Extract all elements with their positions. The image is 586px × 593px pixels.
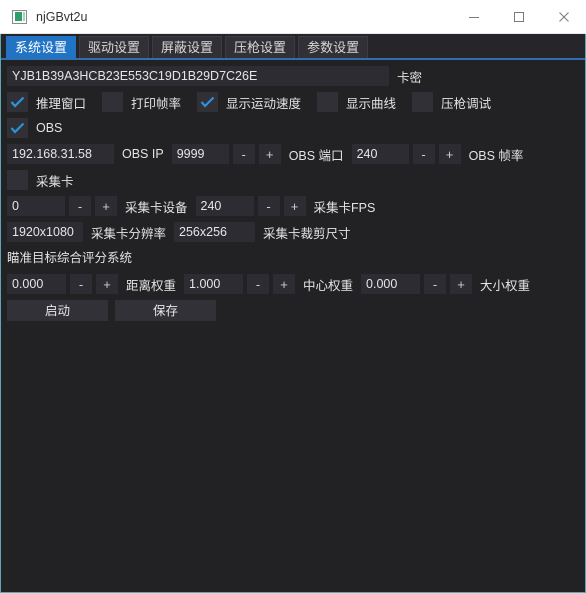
capture-card-crop-size-label: 采集卡裁剪尺寸 bbox=[263, 226, 351, 241]
obs-port-decrement-button[interactable]: - bbox=[232, 144, 255, 164]
checkbox-label: 显示曲线 bbox=[346, 96, 397, 111]
capture-card-crop-size-input[interactable] bbox=[174, 222, 256, 242]
capture-card-fps-label: 采集卡FPS bbox=[313, 200, 376, 215]
checkbox-recoil-debug[interactable]: 压枪调试 bbox=[412, 92, 505, 112]
checkbox-show-curve[interactable]: 显示曲线 bbox=[317, 92, 410, 112]
minimize-button[interactable] bbox=[451, 0, 496, 33]
checkbox-obs[interactable]: OBS bbox=[7, 118, 76, 138]
save-button[interactable]: 保存 bbox=[115, 299, 216, 321]
checkbox-box bbox=[412, 92, 434, 112]
capture-card-resolution-label: 采集卡分辨率 bbox=[91, 226, 167, 241]
checkbox-label: 推理窗口 bbox=[36, 96, 87, 111]
capture-card-resolution-input[interactable] bbox=[7, 222, 83, 242]
obs-fps-increment-button[interactable]: + bbox=[438, 144, 461, 164]
distance-weight-decrement-button[interactable]: - bbox=[70, 274, 92, 294]
obs-enable-row: OBS bbox=[7, 118, 579, 138]
checkbox-print-fps[interactable]: 打印帧率 bbox=[102, 92, 195, 112]
checkbox-box bbox=[7, 170, 28, 190]
capture-card-fps-input[interactable] bbox=[195, 196, 254, 216]
center-weight-increment-button[interactable]: + bbox=[273, 274, 296, 294]
scoring-section-title: 瞄准目标综合评分系统 bbox=[7, 251, 133, 265]
capture-card-device-label: 采集卡设备 bbox=[125, 200, 188, 215]
capture-card-device-input[interactable] bbox=[7, 196, 65, 216]
obs-port-label: OBS 端口 bbox=[288, 148, 344, 163]
center-weight-decrement-button[interactable]: - bbox=[247, 274, 270, 294]
check-icon bbox=[10, 96, 25, 108]
obs-fps-label: OBS 帧率 bbox=[468, 148, 524, 163]
capture-card-resolution-row: 采集卡分辨率 采集卡裁剪尺寸 bbox=[7, 222, 579, 242]
obs-port-input[interactable] bbox=[171, 144, 229, 164]
maximize-button[interactable] bbox=[496, 0, 541, 33]
app-window: njGBvt2u 系统设置 驱动设置 屏蔽设置 压枪设置 参数设置 YJB1B3… bbox=[0, 0, 586, 593]
title-bar: njGBvt2u bbox=[0, 0, 586, 34]
tab-system-settings[interactable]: 系统设置 bbox=[6, 36, 77, 58]
close-icon bbox=[558, 11, 569, 22]
window-title: njGBvt2u bbox=[36, 9, 88, 24]
settings-panel: 卡密 推理窗口 打印帧率 bbox=[1, 60, 585, 321]
tab-driver-settings[interactable]: 驱动设置 bbox=[79, 36, 150, 58]
capture-card-enable-row: 采集卡 bbox=[7, 170, 579, 190]
distance-weight-increment-button[interactable]: + bbox=[96, 274, 118, 294]
maximize-icon bbox=[513, 11, 524, 22]
size-weight-decrement-button[interactable]: - bbox=[424, 274, 447, 294]
license-key-label: 卡密 bbox=[397, 70, 423, 85]
close-button[interactable] bbox=[541, 0, 586, 33]
client-area: 系统设置 驱动设置 屏蔽设置 压枪设置 参数设置 卡密 推 bbox=[0, 34, 586, 593]
tab-parameter-settings[interactable]: 参数设置 bbox=[298, 36, 369, 58]
check-icon bbox=[10, 122, 25, 134]
checkbox-box bbox=[197, 92, 219, 112]
checkbox-box bbox=[7, 118, 28, 138]
start-button[interactable]: 启动 bbox=[7, 299, 108, 321]
minimize-icon bbox=[468, 16, 479, 18]
checkbox-label: 压枪调试 bbox=[441, 96, 492, 111]
capture-card-fps-decrement-button[interactable]: - bbox=[257, 196, 280, 216]
checkbox-box bbox=[102, 92, 124, 112]
checkbox-show-motion-speed[interactable]: 显示运动速度 bbox=[197, 92, 315, 112]
checkbox-box bbox=[7, 92, 28, 112]
center-weight-input[interactable] bbox=[184, 274, 244, 294]
check-icon bbox=[200, 96, 215, 108]
checkbox-inference-window[interactable]: 推理窗口 bbox=[7, 92, 100, 112]
distance-weight-input[interactable] bbox=[7, 274, 66, 294]
distance-weight-label: 距离权重 bbox=[126, 278, 177, 293]
action-button-row: 启动 保存 bbox=[7, 299, 579, 321]
toggle-row: 推理窗口 打印帧率 显示运动速度 显示曲线 压枪调试 bbox=[7, 92, 579, 112]
obs-ip-input[interactable] bbox=[7, 144, 114, 164]
checkbox-capture-card[interactable]: 采集卡 bbox=[7, 170, 88, 190]
checkbox-box bbox=[317, 92, 339, 112]
checkbox-label: 打印帧率 bbox=[131, 96, 182, 111]
license-row: 卡密 bbox=[7, 66, 579, 86]
obs-fps-decrement-button[interactable]: - bbox=[412, 144, 435, 164]
size-weight-label: 大小权重 bbox=[480, 278, 531, 293]
capture-card-device-increment-button[interactable]: + bbox=[95, 196, 117, 216]
checkbox-label: OBS bbox=[36, 121, 63, 135]
capture-card-fps-increment-button[interactable]: + bbox=[283, 196, 306, 216]
tab-recoil-settings[interactable]: 压枪设置 bbox=[225, 36, 296, 58]
obs-ip-label: OBS IP bbox=[122, 147, 164, 161]
scoring-weights-row: - + 距离权重 - + 中心权重 - + 大小权重 bbox=[7, 274, 579, 294]
center-weight-label: 中心权重 bbox=[303, 278, 354, 293]
app-icon bbox=[12, 9, 27, 24]
title-bar-left: njGBvt2u bbox=[0, 9, 451, 24]
license-key-input[interactable] bbox=[7, 66, 389, 86]
obs-fps-input[interactable] bbox=[351, 144, 409, 164]
tab-shield-settings[interactable]: 屏蔽设置 bbox=[152, 36, 223, 58]
obs-port-increment-button[interactable]: + bbox=[258, 144, 281, 164]
checkbox-label: 显示运动速度 bbox=[226, 96, 302, 111]
window-controls bbox=[451, 0, 586, 33]
capture-card-device-decrement-button[interactable]: - bbox=[69, 196, 91, 216]
checkbox-label: 采集卡 bbox=[36, 174, 74, 189]
obs-settings-row: OBS IP - + OBS 端口 - + OBS 帧率 bbox=[7, 144, 579, 164]
capture-card-device-row: - + 采集卡设备 - + 采集卡FPS bbox=[7, 196, 579, 216]
tab-bar: 系统设置 驱动设置 屏蔽设置 压枪设置 参数设置 bbox=[1, 34, 585, 60]
size-weight-increment-button[interactable]: + bbox=[450, 274, 473, 294]
size-weight-input[interactable] bbox=[361, 274, 421, 294]
